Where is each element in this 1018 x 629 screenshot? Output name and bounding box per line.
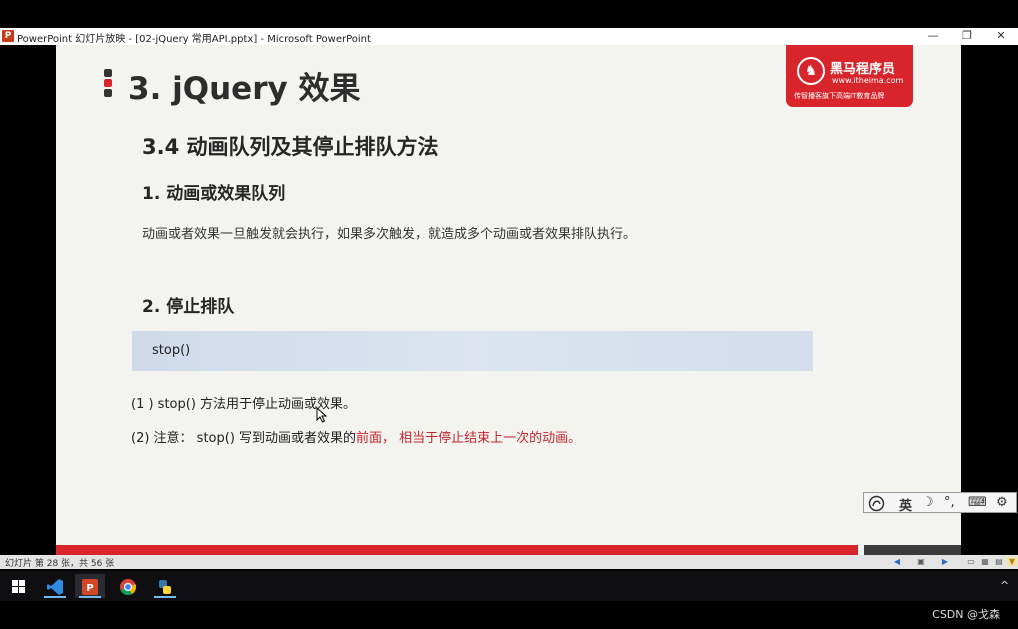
python-icon[interactable] [150,574,180,598]
note-2: (2) 注意： stop() 写到动画或者效果的前面， 相当于停止结束上一次的动… [131,427,581,446]
section1-text: 动画或者效果一旦触发就会执行，如果多次触发，就造成多个动画或者效果排队执行。 [142,227,637,242]
minimize-button[interactable]: — [916,28,950,45]
section1-heading: 1. 动画或效果队列 [142,184,286,204]
itheima-logo: ♞ 黑马程序员 www.itheima.com 传智播客旗下高端IT教育品牌 [786,45,913,107]
chrome-icon[interactable] [113,574,143,598]
vscode-icon[interactable] [40,574,70,598]
slideshow-view-icon[interactable]: ▼ [1007,557,1017,566]
restore-button[interactable]: ❐ [950,28,984,45]
slide-title: 3. jQuery 效果 [128,71,361,107]
previous-slide-icon[interactable]: ◀ [892,557,902,566]
ime-fullwidth-icon[interactable]: ☽ [922,495,934,510]
close-button[interactable]: ✕ [984,28,1018,45]
taskbar: P ^ [0,571,1018,601]
sorter-view-icon[interactable]: ▦ [980,557,990,566]
mouse-cursor-icon [316,407,328,423]
section2-heading: 2. 停止排队 [142,297,235,317]
status-bar: 幻灯片 第 28 张，共 56 张 ◀ ▣ ▶ ▭ ▦ ▤ ▼ [0,555,1018,569]
ime-toolbar[interactable]: 英 ☽ °, ⌨ ⚙ [863,492,1017,516]
next-slide-icon[interactable]: ▶ [940,557,950,566]
slide-menu-icon[interactable]: ▣ [916,557,926,566]
logo-slogan: 传智播客旗下高端IT教育品牌 [794,92,885,100]
reading-view-icon[interactable]: ▤ [994,557,1004,566]
powerpoint-icon: P [2,30,14,42]
note-2-prefix: (2) 注意： stop() 写到动画或者效果的 [131,431,357,446]
code-box: stop() [132,331,813,371]
normal-view-icon[interactable]: ▭ [966,557,976,566]
slide-counter: 幻灯片 第 28 张，共 56 张 [5,559,115,569]
footer-red-bar [56,545,858,555]
tray-chevron-up-icon[interactable]: ^ [1000,579,1009,592]
ime-settings-icon[interactable]: ⚙ [996,495,1008,510]
footer-dark-bar [864,545,961,555]
note-2-highlight: 前面， 相当于停止结束上一次的动画。 [356,431,582,446]
logo-url: www.itheima.com [832,76,904,85]
window-title: PowerPoint 幻灯片放映 - [02-jQuery 常用API.pptx… [17,34,371,45]
window-titlebar: P PowerPoint 幻灯片放映 - [02-jQuery 常用API.pp… [0,28,1018,45]
ime-logo-icon[interactable] [868,495,885,516]
watermark: CSDN @戈森 [932,608,1000,621]
title-decoration [104,69,114,99]
powerpoint-taskbar-icon[interactable]: P [75,574,105,598]
ime-punctuation-icon[interactable]: °, [944,495,955,510]
slide[interactable]: 3. jQuery 效果 ♞ 黑马程序员 www.itheima.com 传智播… [56,45,961,555]
code-text: stop() [152,343,191,358]
ime-keyboard-icon[interactable]: ⌨ [968,495,987,510]
horse-logo-icon: ♞ [797,57,825,85]
logo-name: 黑马程序员 [830,62,896,77]
svg-text:P: P [86,583,93,594]
ime-mode-toggle[interactable]: 英 [899,495,912,514]
slide-subtitle: 3.4 动画队列及其停止排队方法 [142,135,439,159]
windows-start-icon[interactable] [3,574,33,598]
